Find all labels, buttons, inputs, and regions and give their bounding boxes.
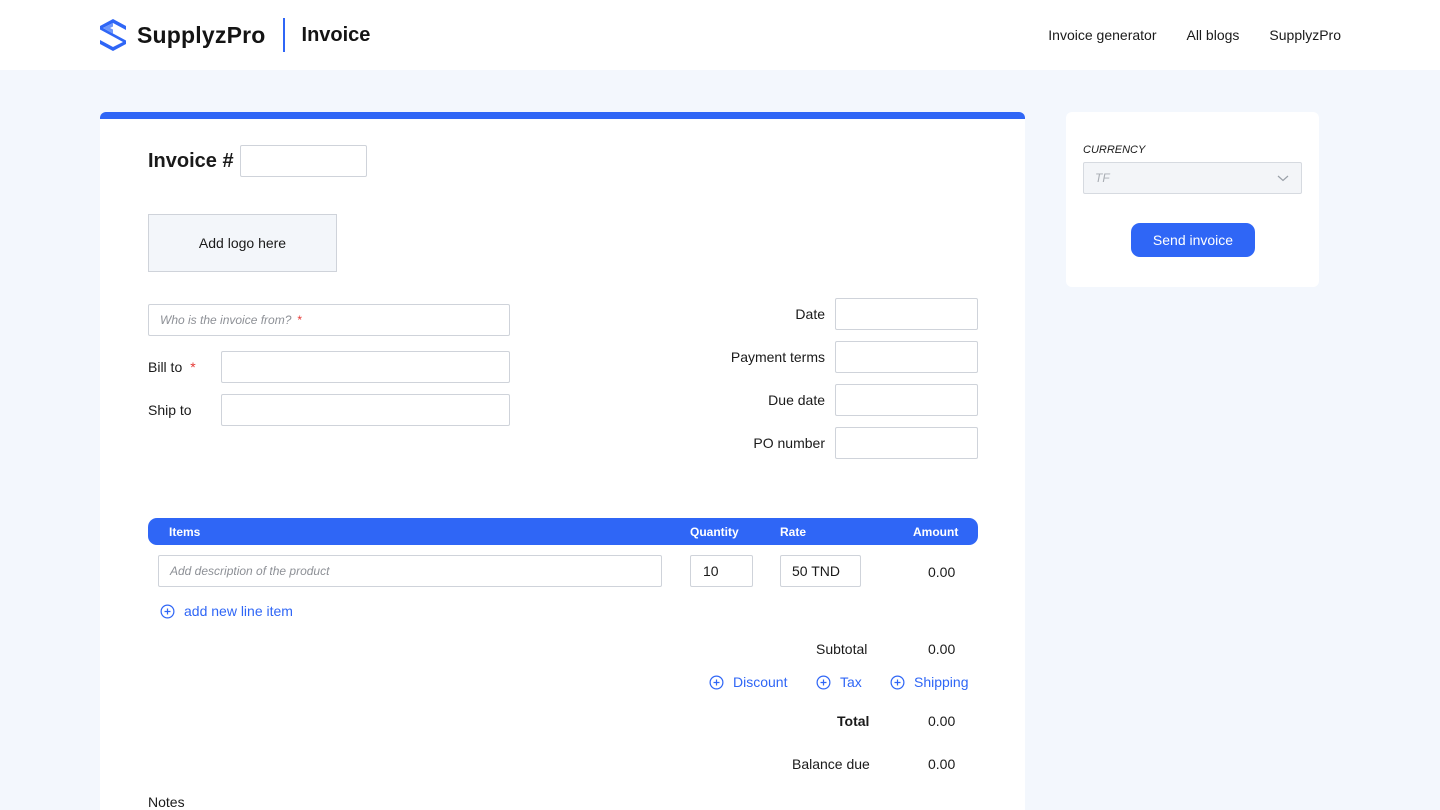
item-quantity-input[interactable]: 10 bbox=[690, 555, 753, 587]
currency-label: CURRENCY bbox=[1083, 144, 1146, 156]
quantity-column-header: Quantity bbox=[690, 525, 739, 539]
currency-panel: CURRENCY TF Send invoice bbox=[1066, 112, 1319, 287]
nav-invoice-generator[interactable]: Invoice generator bbox=[1048, 27, 1156, 43]
balance-due-label: Balance due bbox=[792, 756, 870, 772]
brand[interactable]: SupplyzPro Invoice bbox=[98, 18, 370, 52]
currency-select[interactable]: TF bbox=[1083, 162, 1302, 194]
due-date-input[interactable] bbox=[835, 384, 978, 416]
date-label: Date bbox=[795, 306, 825, 322]
total-label: Total bbox=[837, 713, 870, 729]
items-table-header: Items Quantity Rate Amount bbox=[148, 518, 978, 545]
items-column-header: Items bbox=[169, 525, 201, 539]
amount-column-header: Amount bbox=[913, 525, 959, 539]
bill-to-input[interactable] bbox=[221, 351, 510, 383]
ship-to-label: Ship to bbox=[148, 402, 192, 418]
subtotal-value: 0.00 bbox=[928, 641, 956, 657]
invoice-from-input[interactable]: Who is the invoice from? * bbox=[148, 304, 510, 336]
notes-label: Notes bbox=[148, 794, 185, 810]
po-number-input[interactable] bbox=[835, 427, 978, 459]
add-line-item-button[interactable]: add new line item bbox=[160, 603, 293, 619]
send-invoice-button[interactable]: Send invoice bbox=[1131, 223, 1255, 257]
bill-to-label: Bill to * bbox=[148, 359, 196, 375]
top-nav: Invoice generator All blogs SupplyzPro bbox=[1018, 27, 1341, 43]
tax-label: Tax bbox=[840, 674, 862, 690]
payment-terms-label: Payment terms bbox=[730, 349, 825, 365]
invoice-number-label: Invoice # bbox=[148, 150, 234, 172]
brand-divider bbox=[282, 18, 285, 52]
shipping-label: Shipping bbox=[914, 674, 969, 690]
plus-circle-icon bbox=[816, 675, 831, 689]
plus-circle-icon bbox=[709, 675, 724, 689]
add-shipping-button[interactable]: Shipping bbox=[890, 674, 969, 690]
required-mark: * bbox=[190, 359, 196, 375]
payment-terms-input[interactable] bbox=[835, 341, 978, 373]
plus-circle-icon bbox=[160, 604, 175, 618]
total-value: 0.00 bbox=[928, 713, 956, 729]
add-tax-button[interactable]: Tax bbox=[816, 674, 862, 690]
invoice-number-input[interactable] bbox=[240, 145, 367, 177]
ship-to-input[interactable] bbox=[221, 394, 510, 426]
add-discount-button[interactable]: Discount bbox=[709, 674, 787, 690]
page-title: Invoice bbox=[301, 23, 371, 46]
item-rate-input[interactable]: 50 TND bbox=[780, 555, 861, 587]
required-mark: * bbox=[297, 313, 303, 327]
invoice-card: Invoice # Add logo here Who is the invoi… bbox=[100, 112, 1025, 810]
rate-column-header: Rate bbox=[780, 525, 807, 539]
currency-value: TF bbox=[1095, 171, 1110, 185]
date-input[interactable] bbox=[835, 298, 978, 330]
due-date-label: Due date bbox=[768, 392, 825, 408]
add-line-item-label: add new line item bbox=[184, 603, 293, 619]
discount-label: Discount bbox=[733, 674, 788, 690]
plus-circle-icon bbox=[890, 675, 905, 689]
subtotal-label: Subtotal bbox=[816, 641, 868, 657]
item-description-placeholder: Add description of the product bbox=[170, 564, 330, 578]
item-amount: 0.00 bbox=[928, 564, 956, 580]
add-logo-button[interactable]: Add logo here bbox=[148, 214, 337, 272]
invoice-from-placeholder: Who is the invoice from? bbox=[160, 313, 292, 327]
nav-supplyzpro[interactable]: SupplyzPro bbox=[1269, 27, 1341, 43]
item-description-input[interactable]: Add description of the product bbox=[158, 555, 662, 587]
supplyzpro-logo-icon bbox=[100, 19, 126, 51]
bill-to-text: Bill to bbox=[148, 359, 183, 375]
brand-name: SupplyzPro bbox=[137, 21, 266, 48]
top-bar: SupplyzPro Invoice Invoice generator All… bbox=[0, 0, 1440, 70]
nav-all-blogs[interactable]: All blogs bbox=[1186, 27, 1239, 43]
balance-due-value: 0.00 bbox=[928, 756, 956, 772]
chevron-down-icon bbox=[1277, 175, 1289, 182]
add-logo-label: Add logo here bbox=[198, 235, 287, 251]
po-number-label: PO number bbox=[753, 435, 825, 451]
